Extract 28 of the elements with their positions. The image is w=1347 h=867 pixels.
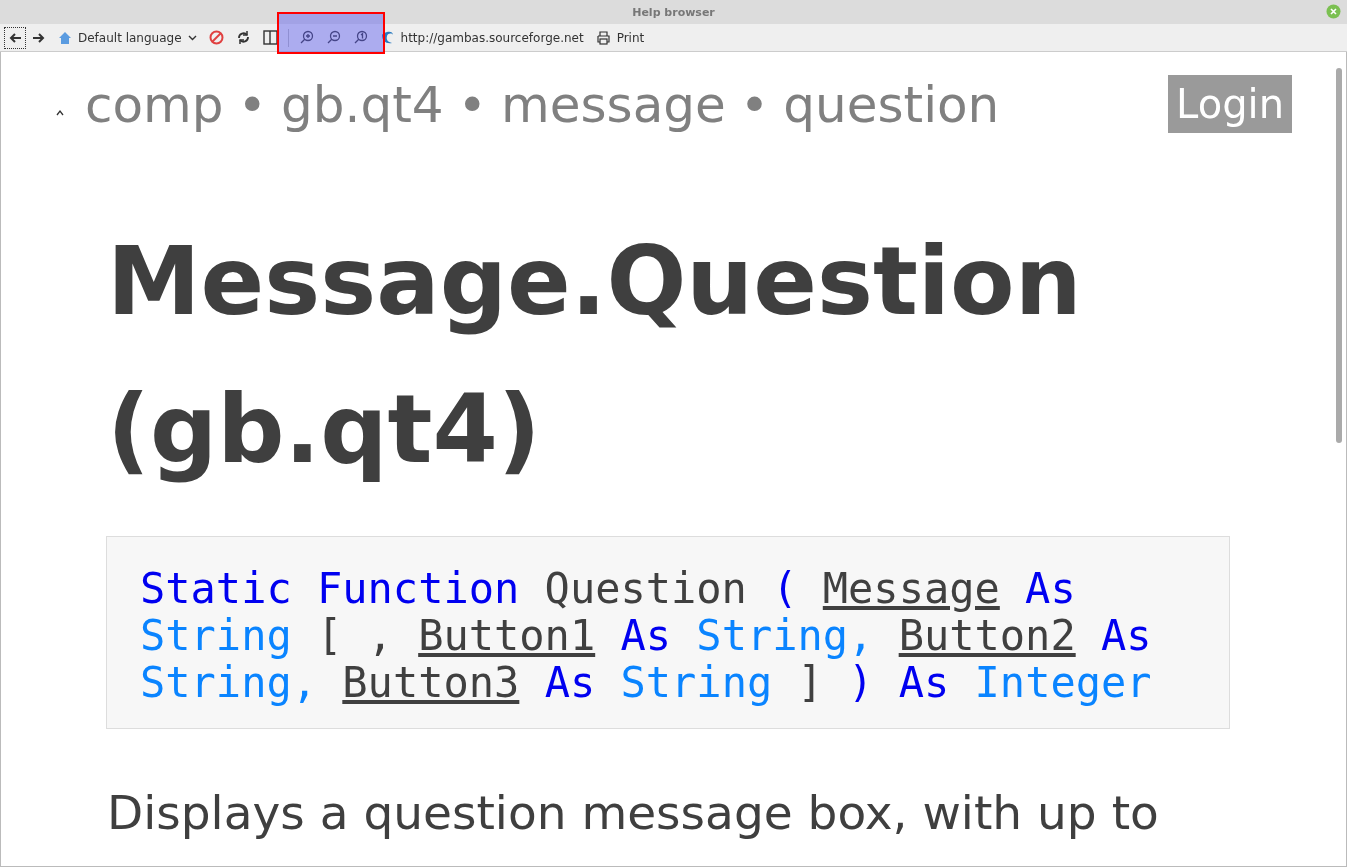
page-heading: Message.Question (gb.qt4) xyxy=(107,226,1083,486)
caret-up-icon xyxy=(55,108,65,116)
dropdown-caret-icon xyxy=(187,34,197,41)
window-title: Help browser xyxy=(632,5,715,19)
forward-arrow-icon[interactable] xyxy=(32,31,46,44)
back-arrow-icon[interactable] xyxy=(8,31,22,44)
login-button[interactable]: Login xyxy=(1168,75,1292,133)
breadcrumb-separator: • xyxy=(739,76,770,134)
zoom-reset-icon[interactable] xyxy=(352,30,368,45)
reload-icon[interactable] xyxy=(235,30,251,45)
back-button[interactable] xyxy=(4,26,26,49)
printer-icon xyxy=(595,30,611,45)
breadcrumb-link[interactable]: gb.qt4 xyxy=(281,76,444,134)
breadcrumb-separator: • xyxy=(457,76,488,134)
print-button[interactable]: Print xyxy=(589,26,651,49)
code-signature: Static Function Question ( Message As String [ , Button1 As String, Button2 As String, Button3 As String ] ) As Integer xyxy=(106,536,1230,729)
stop-icon[interactable] xyxy=(208,30,224,45)
language-dropdown[interactable]: Default language xyxy=(52,26,203,49)
breadcrumb-link[interactable]: comp xyxy=(85,76,224,134)
breadcrumb-separator: • xyxy=(237,76,268,134)
breadcrumb-link[interactable]: message xyxy=(501,76,726,134)
split-panel-icon[interactable] xyxy=(262,30,278,45)
zoom-in-icon[interactable] xyxy=(298,30,314,45)
zoom-out-icon[interactable] xyxy=(325,30,341,45)
website-link[interactable]: http://gambas.sourceforge.net xyxy=(373,26,590,49)
breadcrumb-link[interactable]: question xyxy=(783,76,1000,134)
description-text: Displays a question message box, with up to xyxy=(107,785,1160,840)
home-icon xyxy=(58,30,72,45)
